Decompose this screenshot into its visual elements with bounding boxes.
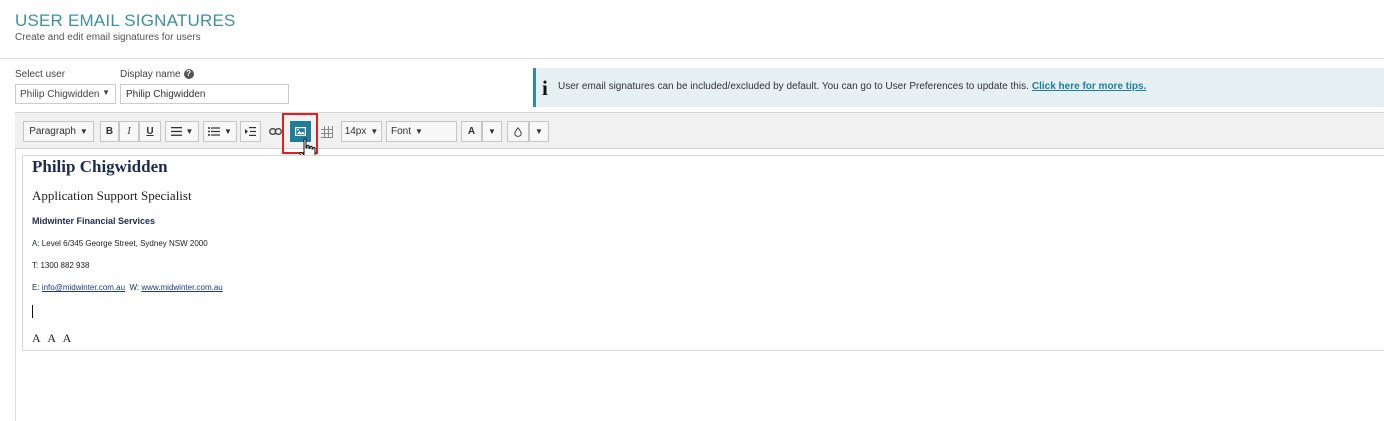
help-icon[interactable]: ? <box>183 69 194 80</box>
chevron-down-icon: ▼ <box>415 127 423 136</box>
display-name-label-wrap: Display name? <box>120 69 194 80</box>
chevron-down-icon: ▼ <box>488 127 496 136</box>
info-text-wrap: User email signatures can be included/ex… <box>558 81 1146 92</box>
align-icon <box>170 127 182 136</box>
more-tips-link[interactable]: Click here for more tips. <box>1032 81 1146 92</box>
chevron-down-icon: ▼ <box>370 127 379 136</box>
list-dropdown[interactable]: ▼ <box>203 121 237 142</box>
info-banner: i User email signatures can be included/… <box>533 68 1384 107</box>
info-icon: i <box>542 76 548 100</box>
text-color-dropdown[interactable]: ▼ <box>482 121 502 142</box>
email-key: E: <box>32 283 40 292</box>
signature-company: Midwinter Financial Services <box>32 216 156 226</box>
page-header: USER EMAIL SIGNATURES Create and edit em… <box>0 0 1384 59</box>
signature-address-line: A: Level 6/345 George Street, Sydney NSW… <box>32 239 208 248</box>
signature-phone: 1300 882 938 <box>40 261 90 270</box>
website-link[interactable]: www.midwinter.com.au <box>141 283 222 292</box>
font-size-dropdown[interactable]: 14px ▼ <box>341 121 382 142</box>
font-size-label: 14px <box>344 126 367 137</box>
signature-phone-line: T: 1300 882 938 <box>32 261 89 270</box>
chevron-down-icon: ▼ <box>224 127 232 136</box>
web-key: W: <box>129 283 140 292</box>
link-icon <box>268 128 282 135</box>
table-icon <box>321 125 333 138</box>
email-link[interactable]: info@midwinter.com.au <box>42 283 125 292</box>
phone-key: T: <box>32 261 39 270</box>
chevron-down-icon: ▼ <box>185 127 194 136</box>
signature-contact-line: E: info@midwinter.com.au W: www.midwinte… <box>32 283 223 292</box>
italic-button[interactable]: I <box>119 121 139 142</box>
background-color-button[interactable] <box>507 121 529 142</box>
chevron-down-icon: ▼ <box>79 127 88 136</box>
insert-table-button[interactable] <box>319 121 335 142</box>
text-color-button[interactable]: A <box>461 121 482 142</box>
bullet-list-icon <box>208 127 221 136</box>
font-family-dropdown[interactable]: Font ▼ <box>386 121 457 142</box>
page-subtitle: Create and edit email signatures for use… <box>15 32 201 43</box>
chevron-down-icon: ▼ <box>535 127 543 136</box>
signature-name: Philip Chigwidden <box>32 157 168 176</box>
signature-address: Level 6/345 George Street, Sydney NSW 20… <box>41 239 208 248</box>
select-user-label: Select user <box>15 69 66 80</box>
info-text: User email signatures can be included/ex… <box>558 81 1029 92</box>
image-icon <box>295 127 306 136</box>
signature-title: Application Support Specialist <box>32 188 192 203</box>
droplet-icon <box>514 126 522 137</box>
display-name-input[interactable] <box>120 84 289 104</box>
social-icons-placeholder: A A A <box>32 331 72 345</box>
font-label: Font <box>391 126 412 137</box>
align-dropdown[interactable]: ▼ <box>165 121 199 142</box>
page-title: USER EMAIL SIGNATURES <box>15 11 236 30</box>
selected-user: Philip Chigwidden <box>20 89 100 100</box>
text-cursor <box>32 305 33 318</box>
select-user-dropdown[interactable]: Philip Chigwidden ▼ <box>15 84 116 104</box>
paragraph-label: Paragraph <box>29 126 76 137</box>
indent-button[interactable] <box>240 121 261 142</box>
address-key: A: <box>32 239 40 248</box>
indent-icon <box>245 127 256 136</box>
display-name-label: Display name <box>120 69 181 80</box>
editor-content-area[interactable] <box>22 155 1384 351</box>
paragraph-format-dropdown[interactable]: Paragraph ▼ <box>23 121 94 142</box>
underline-button[interactable]: U <box>139 121 161 142</box>
bold-button[interactable]: B <box>100 121 119 142</box>
background-color-dropdown[interactable]: ▼ <box>529 121 549 142</box>
chevron-down-icon: ▼ <box>102 88 110 97</box>
